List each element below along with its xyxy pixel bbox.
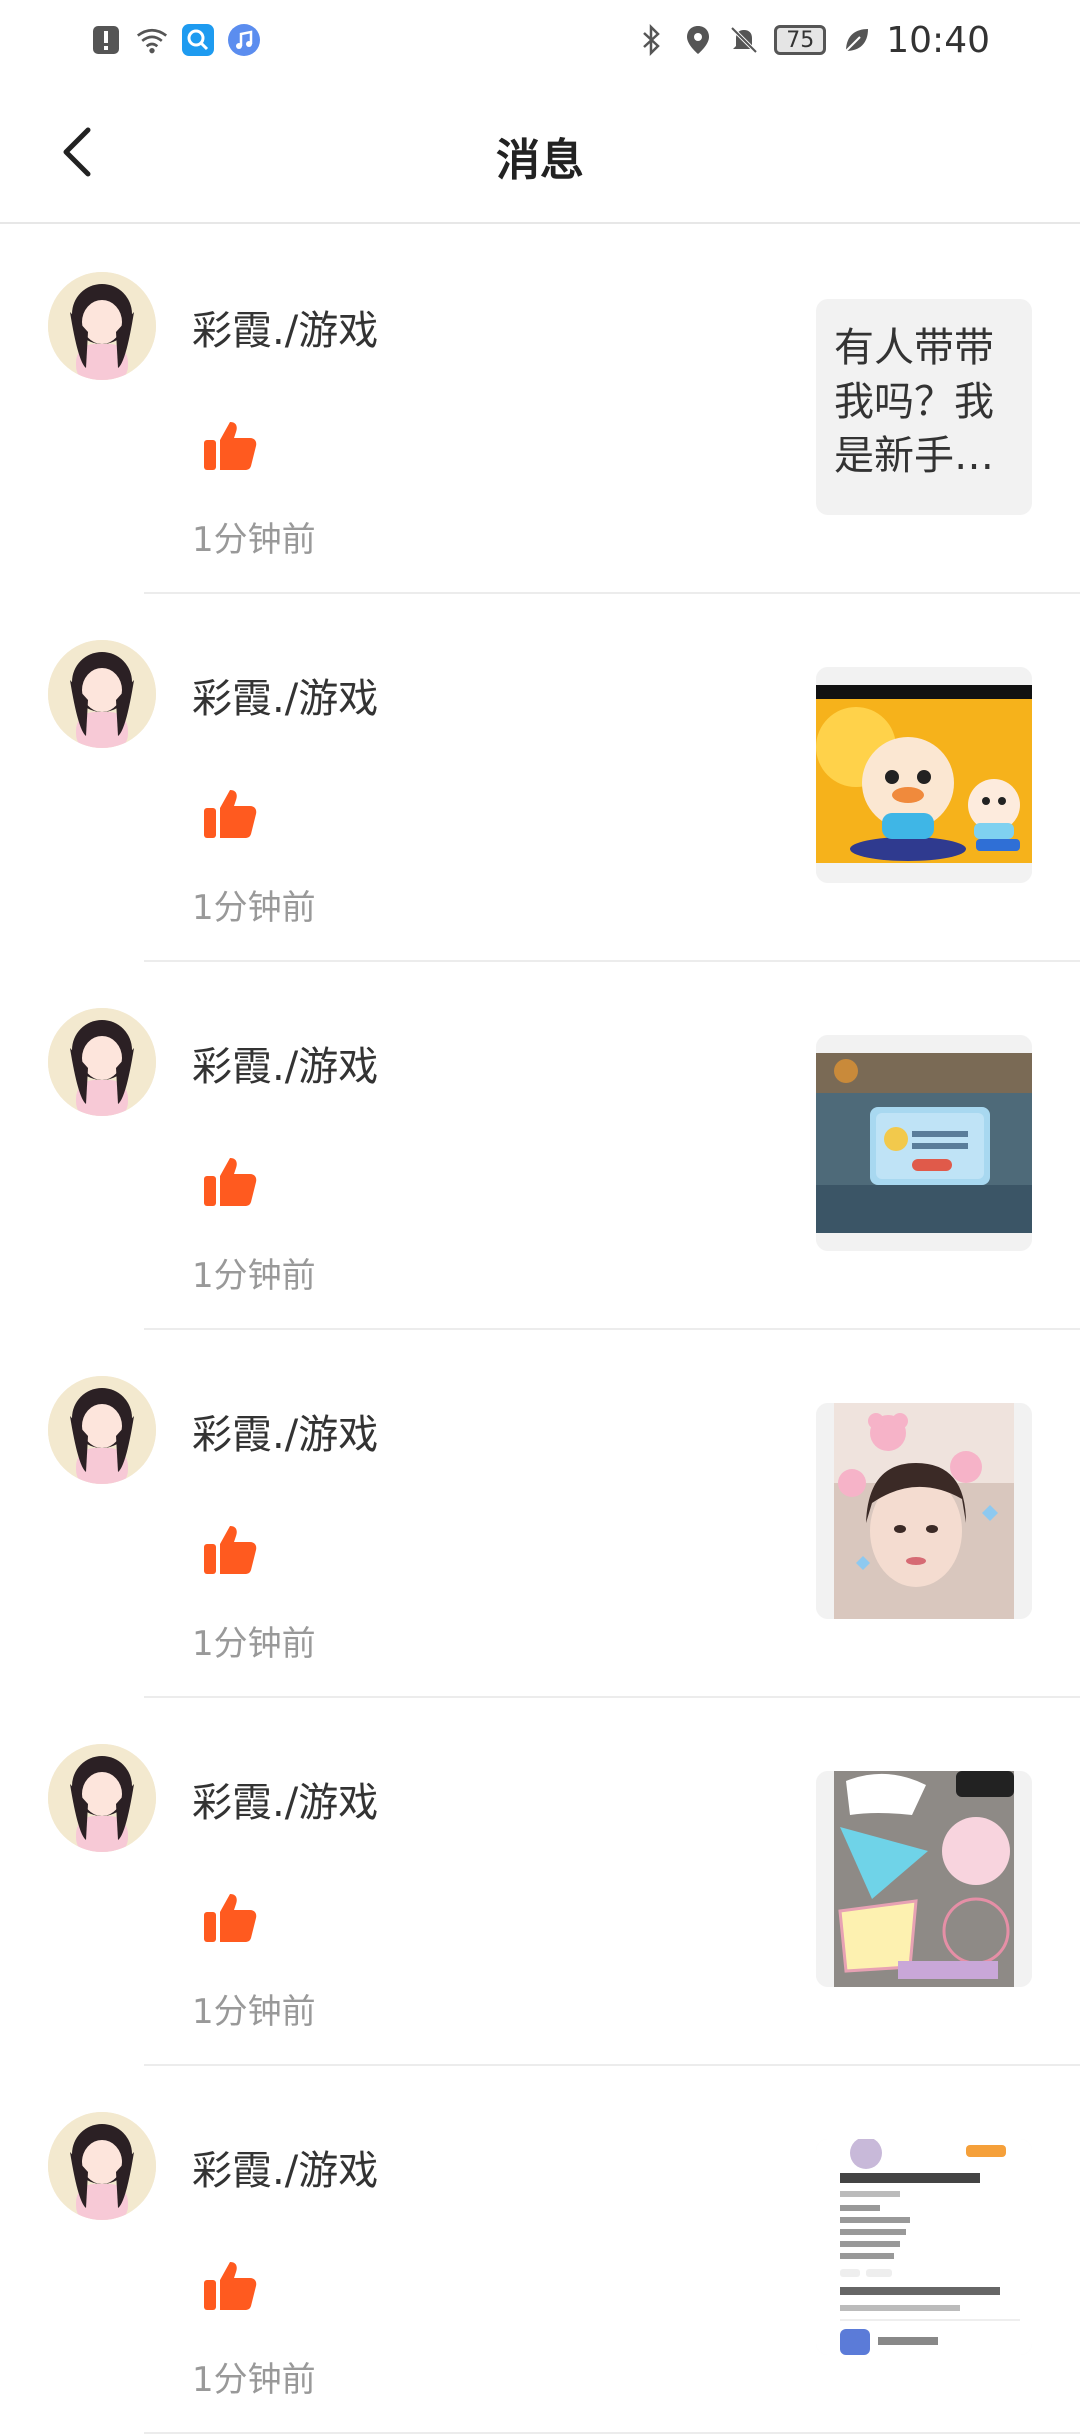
- list-item[interactable]: 彩霞./游戏 1分钟前: [0, 1330, 1080, 1698]
- avatar[interactable]: [48, 1008, 156, 1116]
- list-item[interactable]: 彩霞./游戏 1分钟前: [0, 962, 1080, 1330]
- timestamp: 1分钟前: [192, 888, 316, 928]
- list-item[interactable]: 彩霞./游戏 1分钟前 有人带带我吗？我是新手…: [0, 226, 1080, 594]
- list-item[interactable]: 彩霞./游戏 1分钟前: [0, 2066, 1080, 2434]
- timestamp: 1分钟前: [192, 1624, 316, 1664]
- bluetooth-icon: [636, 24, 668, 56]
- status-bar: 75 10:40: [0, 0, 1080, 80]
- post-preview-text: 有人带带我吗？我是新手…: [834, 325, 994, 479]
- avatar[interactable]: [48, 272, 156, 380]
- poster-image: [816, 1771, 1032, 1987]
- message-list[interactable]: 彩霞./游戏 1分钟前 有人带带我吗？我是新手… 彩霞./游戏 1分钟前 彩霞.…: [0, 226, 1080, 2434]
- avatar[interactable]: [48, 1744, 156, 1852]
- timestamp: 1分钟前: [192, 1992, 316, 2032]
- avatar[interactable]: [48, 2112, 156, 2220]
- location-icon: [682, 24, 714, 56]
- sender-name: 彩霞./游戏: [192, 1412, 379, 1458]
- timestamp: 1分钟前: [192, 2360, 316, 2400]
- game-characters-image: [816, 667, 1032, 883]
- post-thumbnail[interactable]: 有人带带我吗？我是新手…: [816, 299, 1032, 515]
- wifi-icon: [136, 24, 168, 56]
- portrait-photo-image: [816, 1403, 1032, 1619]
- thumbs-up-icon: [202, 786, 258, 842]
- profile-screenshot-image: [816, 2139, 1032, 2355]
- avatar[interactable]: [48, 640, 156, 748]
- sender-name: 彩霞./游戏: [192, 308, 379, 354]
- alert-icon: [90, 24, 122, 56]
- top-header: 消息: [0, 80, 1080, 224]
- post-thumbnail[interactable]: [816, 667, 1032, 883]
- search-app-icon: [182, 24, 214, 56]
- battery-icon: 75: [774, 25, 827, 55]
- timestamp: 1分钟前: [192, 520, 316, 560]
- post-thumbnail[interactable]: [816, 1403, 1032, 1619]
- list-item[interactable]: 彩霞./游戏 1分钟前: [0, 594, 1080, 962]
- game-screen-image: [816, 1035, 1032, 1251]
- thumbs-up-icon: [202, 1522, 258, 1578]
- sender-name: 彩霞./游戏: [192, 676, 379, 722]
- sender-name: 彩霞./游戏: [192, 1044, 379, 1090]
- post-thumbnail[interactable]: [816, 1771, 1032, 1987]
- sender-name: 彩霞./游戏: [192, 2148, 379, 2194]
- music-app-icon: [228, 24, 260, 56]
- thumbs-up-icon: [202, 2258, 258, 2314]
- thumbs-up-icon: [202, 418, 258, 474]
- leaf-icon: [840, 24, 872, 56]
- post-thumbnail[interactable]: [816, 1035, 1032, 1251]
- list-item[interactable]: 彩霞./游戏 1分钟前: [0, 1698, 1080, 2066]
- post-thumbnail[interactable]: [816, 2139, 1032, 2355]
- avatar[interactable]: [48, 1376, 156, 1484]
- status-left-icons: [90, 24, 260, 56]
- mute-icon: [728, 24, 760, 56]
- page-title: 消息: [496, 135, 584, 186]
- status-time: 10:40: [886, 19, 990, 61]
- status-right-icons: 75 10:40: [636, 20, 990, 61]
- thumbs-up-icon: [202, 1890, 258, 1946]
- timestamp: 1分钟前: [192, 1256, 316, 1296]
- sender-name: 彩霞./游戏: [192, 1780, 379, 1826]
- thumbs-up-icon: [202, 1154, 258, 1210]
